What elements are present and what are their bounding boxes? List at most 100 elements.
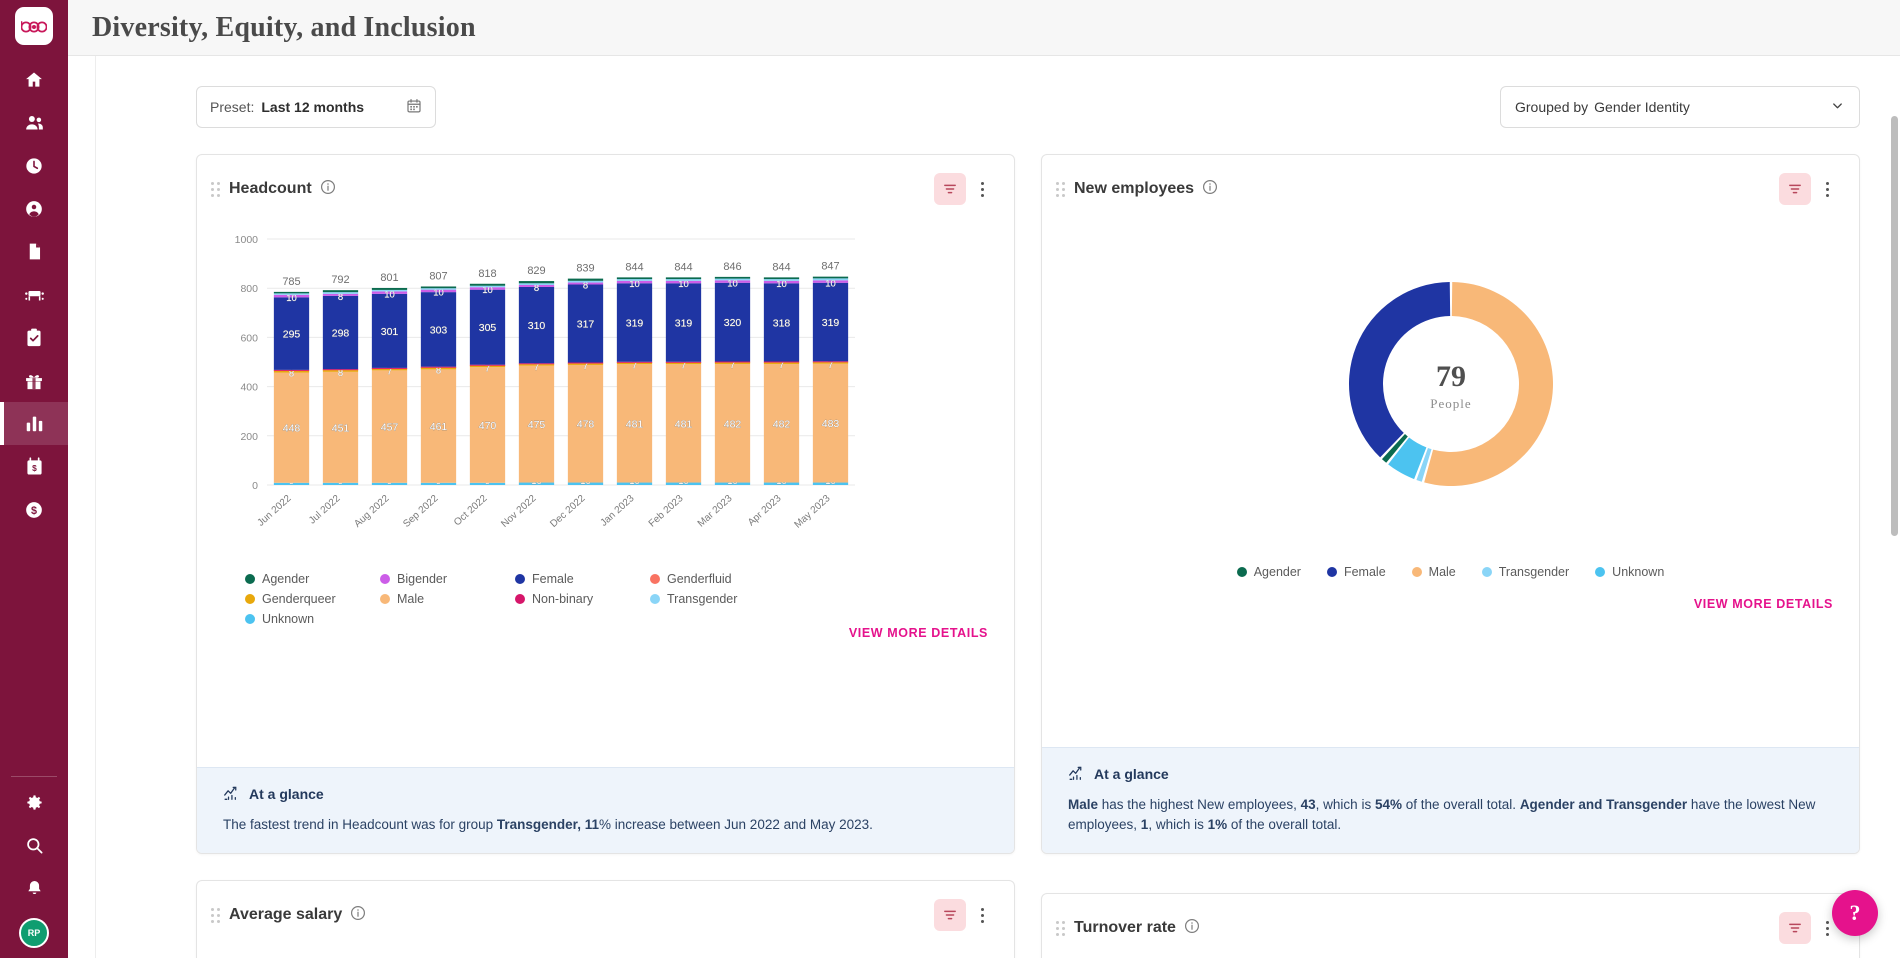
svg-text:844: 844 — [772, 261, 790, 273]
sidebar-item-settings[interactable] — [0, 781, 68, 824]
headcount-card-header: Headcount — [197, 155, 1014, 211]
info-icon[interactable] — [1202, 179, 1218, 200]
sidebar-item-compensation[interactable]: $ — [0, 488, 68, 531]
drag-handle-icon[interactable] — [1056, 921, 1068, 936]
user-avatar[interactable]: RP — [19, 918, 49, 948]
legend-item[interactable]: Non-binary — [515, 592, 620, 606]
filter-icon[interactable] — [934, 173, 966, 205]
kebab-menu-icon[interactable] — [972, 899, 992, 931]
headcount-legend: Agender Bigender Female Genderfluid Genderqu… — [215, 562, 775, 626]
main-sidebar: $ $ RP — [0, 0, 68, 958]
chevron-down-icon[interactable] — [1830, 98, 1845, 116]
legend-color-swatch — [1482, 567, 1492, 577]
sidebar-item-documents[interactable] — [0, 230, 68, 273]
legend-label: Transgender — [667, 592, 737, 606]
sidebar-item-time[interactable] — [0, 144, 68, 187]
bob-logo[interactable] — [15, 7, 53, 45]
legend-item[interactable]: Agender — [1237, 565, 1301, 579]
svg-text:451: 451 — [332, 422, 350, 434]
sidebar-item-notifications[interactable] — [0, 867, 68, 910]
svg-text:301: 301 — [381, 326, 399, 338]
sidebar-item-tasks[interactable] — [0, 316, 68, 359]
legend-color-swatch — [245, 574, 255, 584]
legend-color-swatch — [1412, 567, 1422, 577]
donut-slice-female — [1349, 282, 1450, 457]
filter-icon[interactable] — [934, 899, 966, 931]
legend-item[interactable]: Genderfluid — [650, 572, 755, 586]
preset-selector[interactable]: Preset: Last 12 months — [196, 86, 436, 128]
sidebar-item-people[interactable] — [0, 101, 68, 144]
svg-text:0: 0 — [252, 480, 258, 492]
legend-item[interactable]: Genderqueer — [245, 592, 350, 606]
svg-text:319: 319 — [626, 318, 644, 330]
svg-text:482: 482 — [724, 418, 742, 430]
svg-text:844: 844 — [674, 261, 692, 273]
group-by-selector[interactable]: Grouped by Gender Identity — [1500, 86, 1860, 128]
cards-row-bottom: Average salary — [196, 880, 1860, 958]
legend-color-swatch — [1595, 567, 1605, 577]
vertical-scrollbar[interactable] — [1891, 116, 1898, 536]
legend-label: Male — [1429, 565, 1456, 579]
legend-item[interactable]: Transgender — [650, 592, 755, 606]
svg-text:400: 400 — [240, 382, 258, 394]
group-by-label: Grouped by — [1515, 99, 1588, 115]
svg-text:818: 818 — [478, 268, 496, 280]
legend-label: Agender — [1254, 565, 1301, 579]
svg-text:Feb 2023: Feb 2023 — [647, 493, 686, 530]
sidebar-item-home[interactable] — [0, 58, 68, 101]
info-icon[interactable] — [320, 179, 336, 200]
headcount-stacked-bar-chart[interactable]: 020040060080010009448829510785Jun 202294… — [215, 217, 865, 557]
sidebar-item-profile[interactable] — [0, 187, 68, 230]
legend-item[interactable]: Male — [1412, 565, 1456, 579]
kebab-menu-icon[interactable] — [972, 173, 992, 205]
preset-value: Last 12 months — [261, 99, 364, 115]
legend-item[interactable]: Male — [380, 592, 485, 606]
kebab-menu-icon[interactable] — [1817, 173, 1837, 205]
legend-item[interactable]: Female — [1327, 565, 1386, 579]
sidebar-item-workspace[interactable] — [0, 273, 68, 316]
headcount-view-more-link[interactable]: VIEW MORE DETAILS — [197, 626, 1014, 658]
filter-icon[interactable] — [1779, 173, 1811, 205]
svg-text:310: 310 — [528, 320, 546, 332]
svg-text:801: 801 — [380, 272, 398, 284]
sidebar-item-payroll-calendar[interactable]: $ — [0, 445, 68, 488]
svg-text:475: 475 — [528, 419, 546, 431]
calendar-icon[interactable] — [406, 98, 422, 117]
legend-label: Female — [1344, 565, 1386, 579]
page-title: Diversity, Equity, and Inclusion — [92, 12, 476, 44]
preset-label: Preset: — [210, 99, 254, 115]
drag-handle-icon[interactable] — [211, 182, 223, 197]
filter-icon[interactable] — [1779, 912, 1811, 944]
top-bar: Diversity, Equity, and Inclusion — [68, 0, 1900, 56]
svg-text:457: 457 — [381, 422, 399, 434]
legend-item[interactable]: Bigender — [380, 572, 485, 586]
info-icon[interactable] — [350, 905, 366, 926]
svg-text:Dec 2022: Dec 2022 — [548, 493, 587, 530]
svg-text:800: 800 — [240, 283, 258, 295]
svg-text:200: 200 — [240, 431, 258, 443]
legend-item[interactable]: Unknown — [245, 612, 350, 626]
drag-handle-icon[interactable] — [211, 908, 223, 923]
new-employees-view-more-link[interactable]: VIEW MORE DETAILS — [1042, 579, 1859, 629]
turnover-rate-card-title: Turnover rate — [1074, 919, 1176, 937]
help-icon[interactable]: ? — [1832, 890, 1878, 936]
legend-item[interactable]: Female — [515, 572, 620, 586]
svg-text:481: 481 — [675, 418, 693, 430]
turnover-rate-card-header: Turnover rate — [1042, 894, 1859, 950]
info-icon[interactable] — [1184, 918, 1200, 939]
drag-handle-icon[interactable] — [1056, 182, 1068, 197]
legend-item[interactable]: Agender — [245, 572, 350, 586]
sidebar-item-search[interactable] — [0, 824, 68, 867]
sidebar-item-analytics[interactable] — [0, 402, 68, 445]
sidebar-item-benefits[interactable] — [0, 359, 68, 402]
legend-item[interactable]: Transgender — [1482, 565, 1569, 579]
legend-item[interactable]: Unknown — [1595, 565, 1664, 579]
legend-label: Male — [397, 592, 424, 606]
svg-text:847: 847 — [821, 261, 839, 273]
svg-text:$: $ — [32, 463, 37, 473]
legend-label: Unknown — [262, 612, 314, 626]
svg-text:461: 461 — [430, 421, 448, 433]
new-employees-donut-chart[interactable]: 79People — [1241, 229, 1661, 559]
svg-text:319: 319 — [675, 318, 693, 330]
svg-text:470: 470 — [479, 420, 497, 432]
